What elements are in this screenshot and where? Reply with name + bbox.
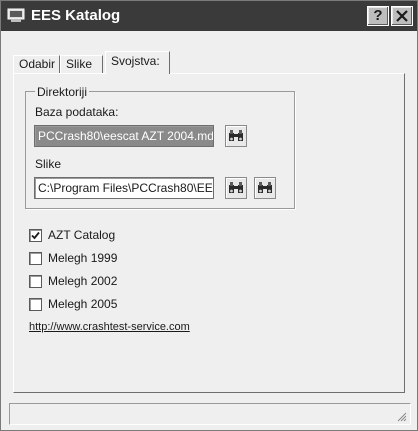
checkbox-label: Melegh 2002 bbox=[48, 274, 118, 288]
tab-slike[interactable]: Slike bbox=[60, 55, 103, 73]
window-title: EES Katalog bbox=[31, 7, 121, 24]
resize-grip-icon[interactable] bbox=[395, 410, 407, 422]
checkbox-label: Melegh 1999 bbox=[48, 251, 118, 265]
website-link[interactable]: http://www.crashtest-service.com bbox=[29, 321, 190, 333]
close-button[interactable] bbox=[391, 6, 413, 26]
binoculars-icon bbox=[229, 130, 243, 141]
binoculars-icon bbox=[229, 182, 243, 193]
help-button[interactable]: ? bbox=[367, 6, 389, 26]
browse-images-button[interactable] bbox=[225, 177, 247, 199]
checkbox-azt-catalog[interactable] bbox=[29, 228, 42, 242]
checkbox-melegh-2002[interactable] bbox=[29, 274, 42, 288]
binoculars-icon bbox=[258, 182, 272, 193]
images-label: Slike bbox=[35, 157, 62, 171]
ees-app-icon bbox=[7, 7, 25, 23]
tab-odabir[interactable]: Odabir bbox=[13, 55, 60, 73]
browse-database-button[interactable] bbox=[225, 125, 247, 147]
checkbox-row-azt-catalog[interactable]: AZT Catalog bbox=[29, 226, 115, 244]
browse-images-button-2[interactable] bbox=[254, 177, 276, 199]
checkbox-row-melegh-2005[interactable]: Melegh 2005 bbox=[29, 295, 117, 313]
help-icon: ? bbox=[373, 7, 383, 24]
checkbox-melegh-1999[interactable] bbox=[29, 251, 42, 265]
checkbox-row-melegh-2002[interactable]: Melegh 2002 bbox=[29, 272, 117, 290]
checkbox-label: AZT Catalog bbox=[48, 228, 116, 242]
checkmark-icon bbox=[31, 231, 40, 239]
checkbox-label: Melegh 2005 bbox=[48, 297, 118, 311]
title-bar[interactable]: EES Katalog ? bbox=[1, 1, 417, 31]
directories-legend: Direktoriji bbox=[35, 85, 90, 99]
checkbox-row-melegh-1999[interactable]: Melegh 1999 bbox=[29, 249, 117, 267]
database-label: Baza podataka: bbox=[35, 105, 119, 119]
tab-svojstva[interactable]: Svojstva: bbox=[105, 51, 170, 74]
ees-katalog-window: EES Katalog ? Odabir Slike Svojstva: Dir… bbox=[0, 0, 418, 431]
database-path-field[interactable]: PCCrash80\eescat AZT 2004.mdb bbox=[34, 125, 214, 147]
checkbox-melegh-2005[interactable] bbox=[29, 297, 42, 311]
close-icon bbox=[396, 10, 408, 22]
images-path-field[interactable]: C:\Program Files\PCCrash80\EES bbox=[34, 177, 214, 199]
status-bar bbox=[9, 403, 411, 425]
